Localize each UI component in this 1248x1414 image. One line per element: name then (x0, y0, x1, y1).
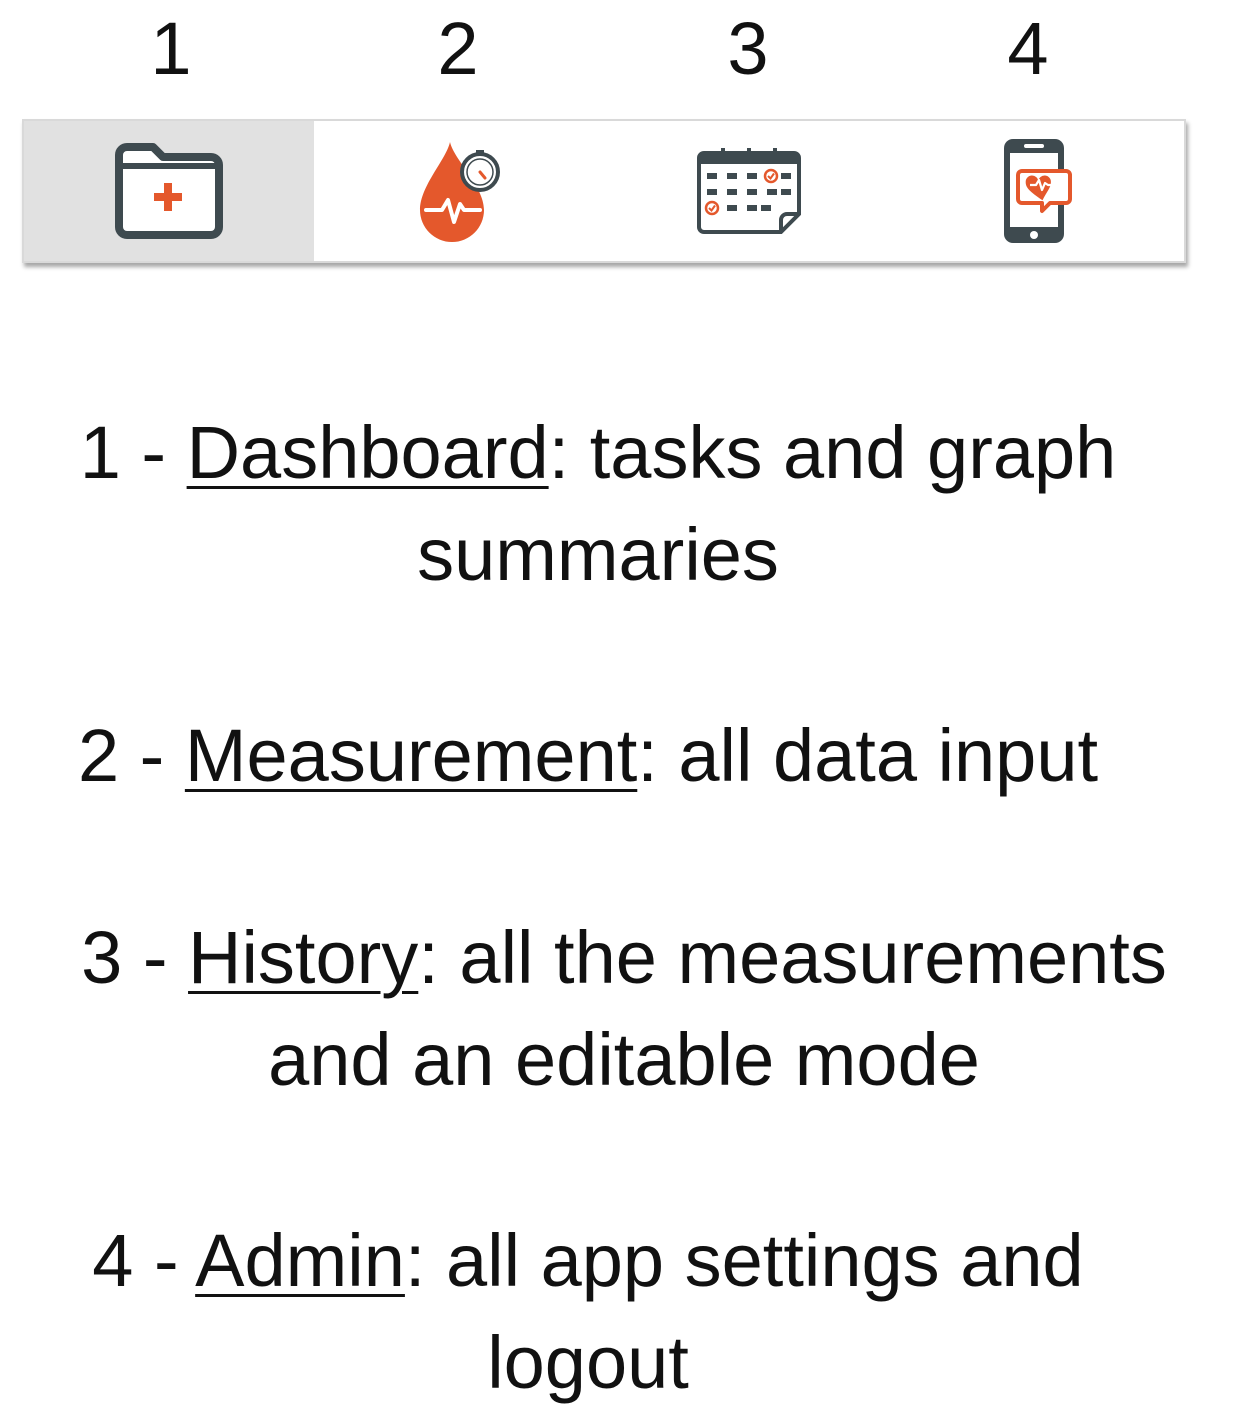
description-text-line2: summaries (417, 513, 779, 596)
description-text: : all the measurements (418, 916, 1167, 999)
tab-measurement[interactable] (314, 121, 604, 261)
description-history: 3 - History: all the measurements and an… (0, 907, 1248, 1111)
tab-number-1: 1 (150, 7, 192, 90)
calendar-checklist-icon (697, 148, 801, 234)
phone-heart-chat-icon (1004, 139, 1072, 243)
tab-history[interactable] (604, 121, 894, 261)
description-text-line2: and an editable mode (268, 1018, 980, 1101)
tab-dashboard[interactable] (24, 121, 314, 261)
description-dashboard: 1 - Dashboard: tasks and graph summaries (0, 402, 1222, 606)
medical-folder-icon (115, 143, 223, 239)
tab-number-4: 4 (1007, 7, 1049, 90)
description-title: Admin (195, 1219, 405, 1302)
description-prefix: 1 - (79, 411, 187, 494)
description-text: : tasks and graph (548, 411, 1117, 494)
description-title: Measurement (184, 714, 638, 797)
description-prefix: 3 - (81, 916, 189, 999)
description-text: : all app settings and (404, 1219, 1084, 1302)
description-text-line2: logout (487, 1321, 689, 1404)
description-title: Dashboard (186, 411, 549, 494)
tab-admin[interactable] (894, 121, 1184, 261)
blood-drop-gauge-icon (420, 142, 500, 242)
description-title: History (188, 916, 419, 999)
description-prefix: 2 - (77, 714, 185, 797)
tab-number-2: 2 (437, 7, 479, 90)
bottom-tab-bar (22, 119, 1186, 263)
description-admin: 4 - Admin: all app settings and logout (0, 1210, 1212, 1414)
tab-number-3: 3 (727, 7, 769, 90)
description-text: : all data input (637, 714, 1099, 797)
description-measurement: 2 - Measurement: all data input (0, 705, 1212, 807)
description-prefix: 4 - (92, 1219, 196, 1302)
